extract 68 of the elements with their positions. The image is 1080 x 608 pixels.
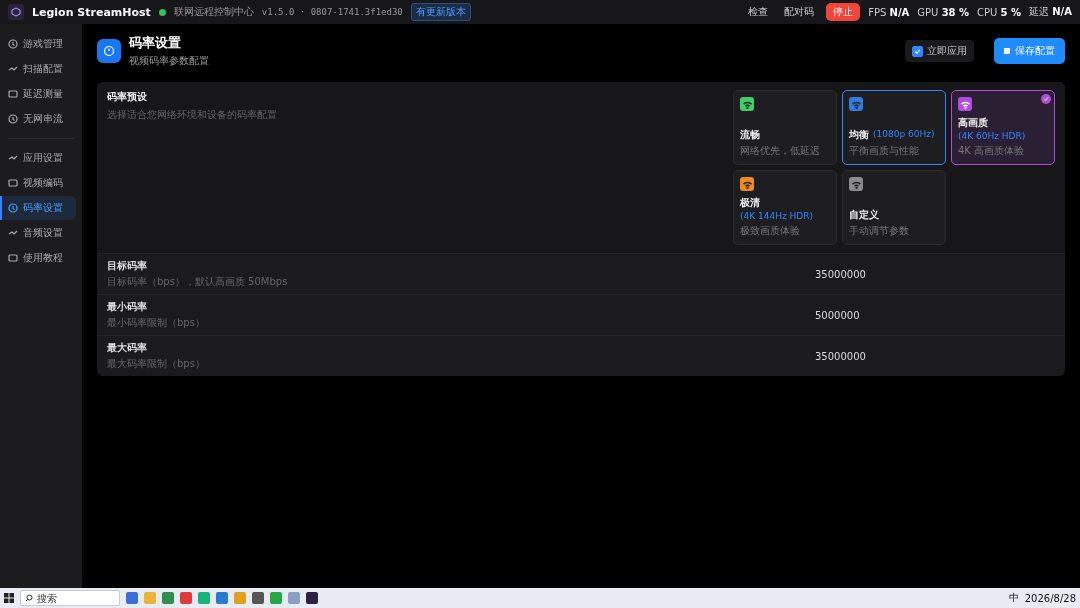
page-title: 码率设置: [129, 34, 182, 52]
stat-reading: FPS N/A: [868, 6, 910, 18]
preset-description: 4K 高画质体验: [958, 144, 1026, 158]
preset-name: 流畅: [740, 128, 760, 142]
ime-indicator[interactable]: 中: [1008, 591, 1019, 605]
preset-name: 高画质: [958, 116, 988, 130]
menu-item-icon: [8, 203, 18, 213]
app-title: Legion StreamHost: [32, 5, 151, 19]
sidebar-item[interactable]: 使用教程: [0, 246, 76, 270]
menu-item-icon: [8, 89, 18, 99]
menu-item-icon: [8, 253, 18, 263]
update-badge[interactable]: 有更新版本: [410, 3, 471, 21]
setting-label: 最小码率: [107, 300, 148, 314]
sidebar-item[interactable]: 延迟测量: [0, 82, 76, 106]
stat-reading: CPU 5 %: [977, 6, 1022, 18]
preset-description: 网络优先，低延迟: [740, 144, 821, 158]
search-field[interactable]: 搜索: [20, 590, 120, 606]
start-icon[interactable]: [4, 593, 14, 603]
preset-card[interactable]: 高画质 (4K 60Hz HDR) 4K 高画质体验: [951, 90, 1055, 165]
setting-description: 目标码率（bps），默认高画质 50Mbps: [107, 275, 289, 289]
preset-description: 手动调节参数: [849, 224, 910, 238]
sidebar-item[interactable]: 应用设置: [0, 146, 76, 170]
sidebar-item[interactable]: 码率设置: [0, 196, 76, 220]
setting-value[interactable]: 35000000: [815, 268, 1055, 280]
section-title: 码率预设: [107, 90, 148, 104]
app-logo: [8, 4, 24, 20]
setting-value[interactable]: 35000000: [815, 350, 1055, 362]
setting-value[interactable]: 5000000: [815, 309, 1055, 321]
preset-name: 均衡: [849, 128, 869, 142]
preset-name: 极清: [740, 196, 760, 210]
check-icon: [1041, 94, 1051, 104]
stat-reading: 延迟 N/A: [1029, 5, 1072, 19]
clock-date: 2026/8/28: [1024, 592, 1076, 604]
preset-tag: (4K 60Hz HDR): [958, 130, 1026, 142]
preset-card[interactable]: 自定义 手动调节参数: [842, 170, 946, 245]
preset-tag: (4K 144Hz HDR): [740, 210, 813, 222]
toolbar-button[interactable]: 检查: [744, 3, 773, 21]
preset-description: 平衡画质与性能: [849, 144, 920, 158]
sidebar-item[interactable]: 扫描配置: [0, 57, 76, 81]
preset-card[interactable]: 流畅 网络优先，低延迟: [733, 90, 837, 165]
preset-card[interactable]: 极清 (4K 144Hz HDR) 极致画质体验: [733, 170, 837, 245]
page-subtitle: 视频码率参数配置: [129, 54, 209, 68]
preset-card[interactable]: 均衡 (1080p 60Hz) 平衡画质与性能: [842, 90, 946, 165]
setting-description: 最小码率限制（bps）: [107, 316, 206, 330]
version-text: v1.5.0 · 0807-1741.3f1ed30: [261, 7, 403, 17]
clock-icon: [97, 39, 121, 63]
stop-button[interactable]: 停止: [826, 3, 861, 21]
stat-reading: GPU 38 %: [917, 6, 970, 18]
section-description: 选择适合您网络环境和设备的码率配置: [107, 108, 278, 122]
setting-description: 最大码率限制（bps）: [107, 357, 206, 371]
menu-item-icon: [8, 39, 18, 49]
toolbar-button[interactable]: 配对码: [780, 3, 819, 21]
taskbar-app-icon[interactable]: [252, 592, 264, 604]
preset-name: 自定义: [849, 208, 879, 222]
setting-label: 目标码率: [107, 259, 148, 273]
status-text: 联网远程控制中心: [173, 5, 254, 19]
apply-now-checkbox[interactable]: 立即应用: [905, 40, 974, 62]
search-icon: [25, 594, 33, 602]
sidebar-item[interactable]: 音频设置: [0, 221, 76, 245]
sidebar-item[interactable]: 游戏管理: [0, 32, 76, 56]
taskbar-app-icon[interactable]: [306, 592, 318, 604]
sidebar-item[interactable]: 视频编码: [0, 171, 76, 195]
menu-item-icon: [8, 114, 18, 124]
preset-description: 极致画质体验: [740, 224, 801, 238]
sidebar-item[interactable]: 无网串流: [0, 107, 76, 131]
menu-item-icon: [8, 178, 18, 188]
preset-tag: (1080p 60Hz): [873, 128, 935, 142]
setting-label: 最大码率: [107, 341, 148, 355]
